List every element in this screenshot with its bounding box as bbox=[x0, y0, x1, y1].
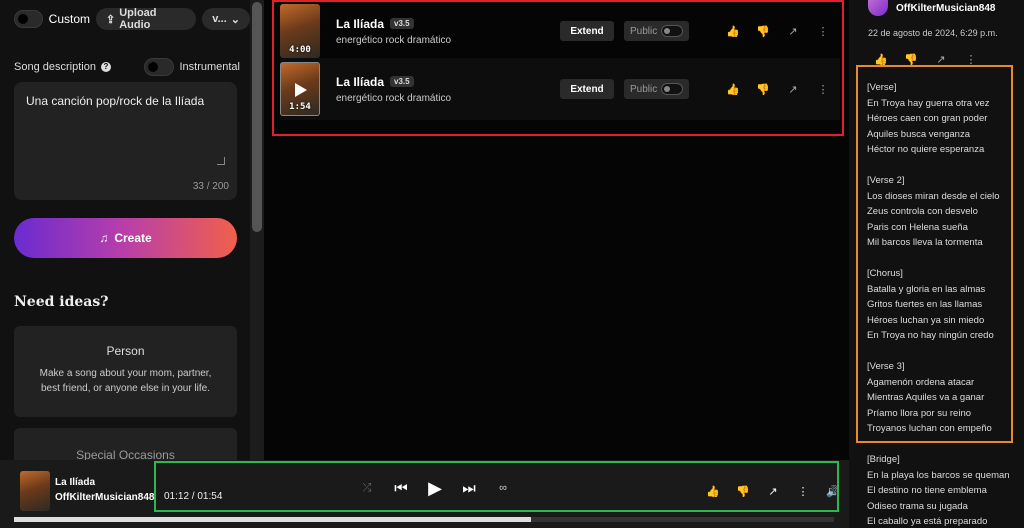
version-select[interactable]: v... ⌄ bbox=[202, 8, 250, 30]
create-label: Create bbox=[114, 231, 152, 245]
upload-audio-label: Upload Audio bbox=[119, 7, 157, 31]
help-icon[interactable]: ? bbox=[100, 62, 111, 72]
left-scrollbar[interactable] bbox=[250, 0, 264, 460]
need-ideas-heading: Need ideas? bbox=[14, 294, 109, 310]
highlight-box-player bbox=[154, 461, 839, 512]
custom-toggle[interactable] bbox=[14, 10, 43, 28]
description-value[interactable]: Una canción pop/rock de la Ilíada bbox=[26, 94, 204, 108]
create-button[interactable]: ♫ Create bbox=[14, 218, 237, 258]
resize-handle[interactable] bbox=[217, 157, 225, 165]
description-row: Song description ? Instrumental bbox=[14, 58, 240, 76]
upload-icon: ⇪ bbox=[106, 13, 116, 26]
thumbs-up-icon[interactable]: 👍 bbox=[874, 52, 888, 66]
idea-card-title: Person bbox=[106, 344, 145, 358]
lyrics-line: Odiseo trama su jugada bbox=[867, 500, 968, 512]
upload-audio-button[interactable]: ⇪ Upload Audio bbox=[96, 7, 197, 31]
lyrics-line: [Bridge] bbox=[867, 454, 900, 465]
creator-name[interactable]: OffKilterMusician848 bbox=[896, 3, 995, 14]
lyrics-line: En la playa los barcos se queman bbox=[867, 469, 1010, 481]
idea-card-person[interactable]: Person Make a song about your mom, partn… bbox=[14, 326, 237, 417]
create-panel: Custom ⇪ Upload Audio v... ⌄ Song descri… bbox=[0, 0, 250, 468]
music-note-icon: ♫ bbox=[99, 231, 109, 245]
player-artist[interactable]: OffKilterMusician848 bbox=[55, 492, 154, 503]
scrollbar-thumb[interactable] bbox=[252, 2, 262, 232]
highlight-box-lyrics bbox=[856, 65, 1013, 443]
player-title[interactable]: La Ilíada bbox=[55, 477, 95, 488]
avatar[interactable] bbox=[868, 0, 888, 16]
detail-actions: 👍 👎 ↗ ⋮ bbox=[874, 52, 978, 66]
progress-fill bbox=[14, 517, 531, 522]
playback-progress[interactable] bbox=[14, 517, 834, 522]
chevron-down-icon: ⌄ bbox=[230, 13, 240, 26]
player-cover[interactable] bbox=[20, 471, 50, 511]
description-label: Song description bbox=[14, 61, 96, 73]
version-label: v... bbox=[212, 13, 227, 25]
thumbs-down-icon[interactable]: 👎 bbox=[904, 52, 918, 66]
created-date: 22 de agosto de 2024, 6:29 p.m. bbox=[868, 28, 998, 38]
instrumental-label: Instrumental bbox=[179, 61, 240, 73]
lyrics-line: El destino no tiene emblema bbox=[867, 485, 987, 496]
custom-label: Custom bbox=[48, 12, 90, 26]
app-root: Custom ⇪ Upload Audio v... ⌄ Song descri… bbox=[0, 0, 1024, 528]
lyrics-line: El caballo ya está preparado bbox=[867, 516, 988, 527]
instrumental-toggle[interactable] bbox=[144, 58, 175, 76]
highlight-box-songs bbox=[272, 0, 844, 136]
char-count: 33 / 200 bbox=[192, 181, 229, 192]
share-icon[interactable]: ↗ bbox=[934, 52, 948, 66]
idea-card-body: Make a song about your mom, partner, bes… bbox=[39, 368, 212, 394]
creator-row[interactable]: OffKilterMusician848 bbox=[868, 0, 995, 16]
mode-row: Custom ⇪ Upload Audio v... ⌄ bbox=[14, 7, 250, 31]
more-options-icon[interactable]: ⋮ bbox=[964, 52, 978, 66]
song-description-input[interactable]: Una canción pop/rock de la Ilíada 33 / 2… bbox=[14, 82, 237, 200]
